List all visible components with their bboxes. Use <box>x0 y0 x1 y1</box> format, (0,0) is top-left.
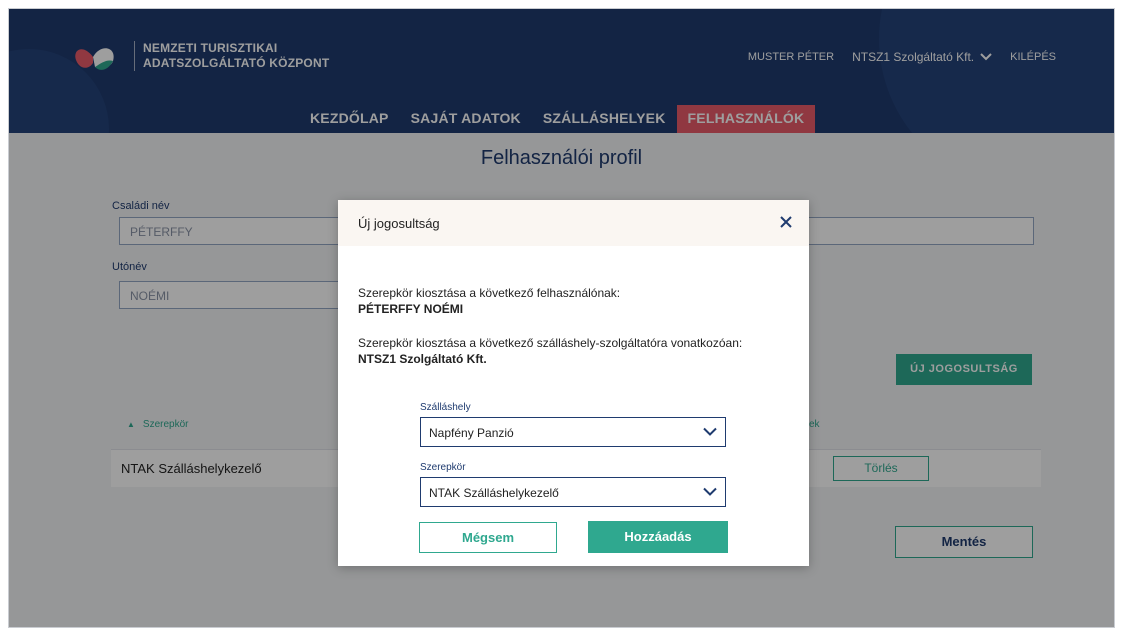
close-icon[interactable] <box>777 213 795 231</box>
accommodation-selected-value: Napfény Panzió <box>429 426 514 440</box>
role-label: Szerepkör <box>420 462 466 473</box>
accommodation-select[interactable]: Napfény Panzió <box>420 417 726 447</box>
chevron-down-icon <box>703 427 717 436</box>
role-selected-value: NTAK Szálláshelykezelő <box>429 486 559 500</box>
target-user-name: PÉTERFFY NOÉMI <box>358 302 464 316</box>
accommodation-label: Szálláshely <box>420 402 471 413</box>
chevron-down-icon <box>703 487 717 496</box>
new-permission-dialog: Új jogosultság Szerepkör kiosztása a köv… <box>338 200 809 566</box>
user-intro-text: Szerepkör kiosztása a következő felhaszn… <box>358 286 621 300</box>
provider-intro-text: Szerepkör kiosztása a következő szállásh… <box>358 336 743 350</box>
dialog-title: Új jogosultság <box>358 216 440 231</box>
provider-name: NTSZ1 Szolgáltató Kft. <box>358 352 487 366</box>
role-select[interactable]: NTAK Szálláshelykezelő <box>420 477 726 507</box>
dialog-header: Új jogosultság <box>338 200 809 246</box>
app-window: NEMZETI TURISZTIKAI ADATSZOLGÁLTATÓ KÖZP… <box>8 8 1115 628</box>
add-button[interactable]: Hozzáadás <box>588 521 728 553</box>
cancel-button[interactable]: Mégsem <box>419 522 557 553</box>
